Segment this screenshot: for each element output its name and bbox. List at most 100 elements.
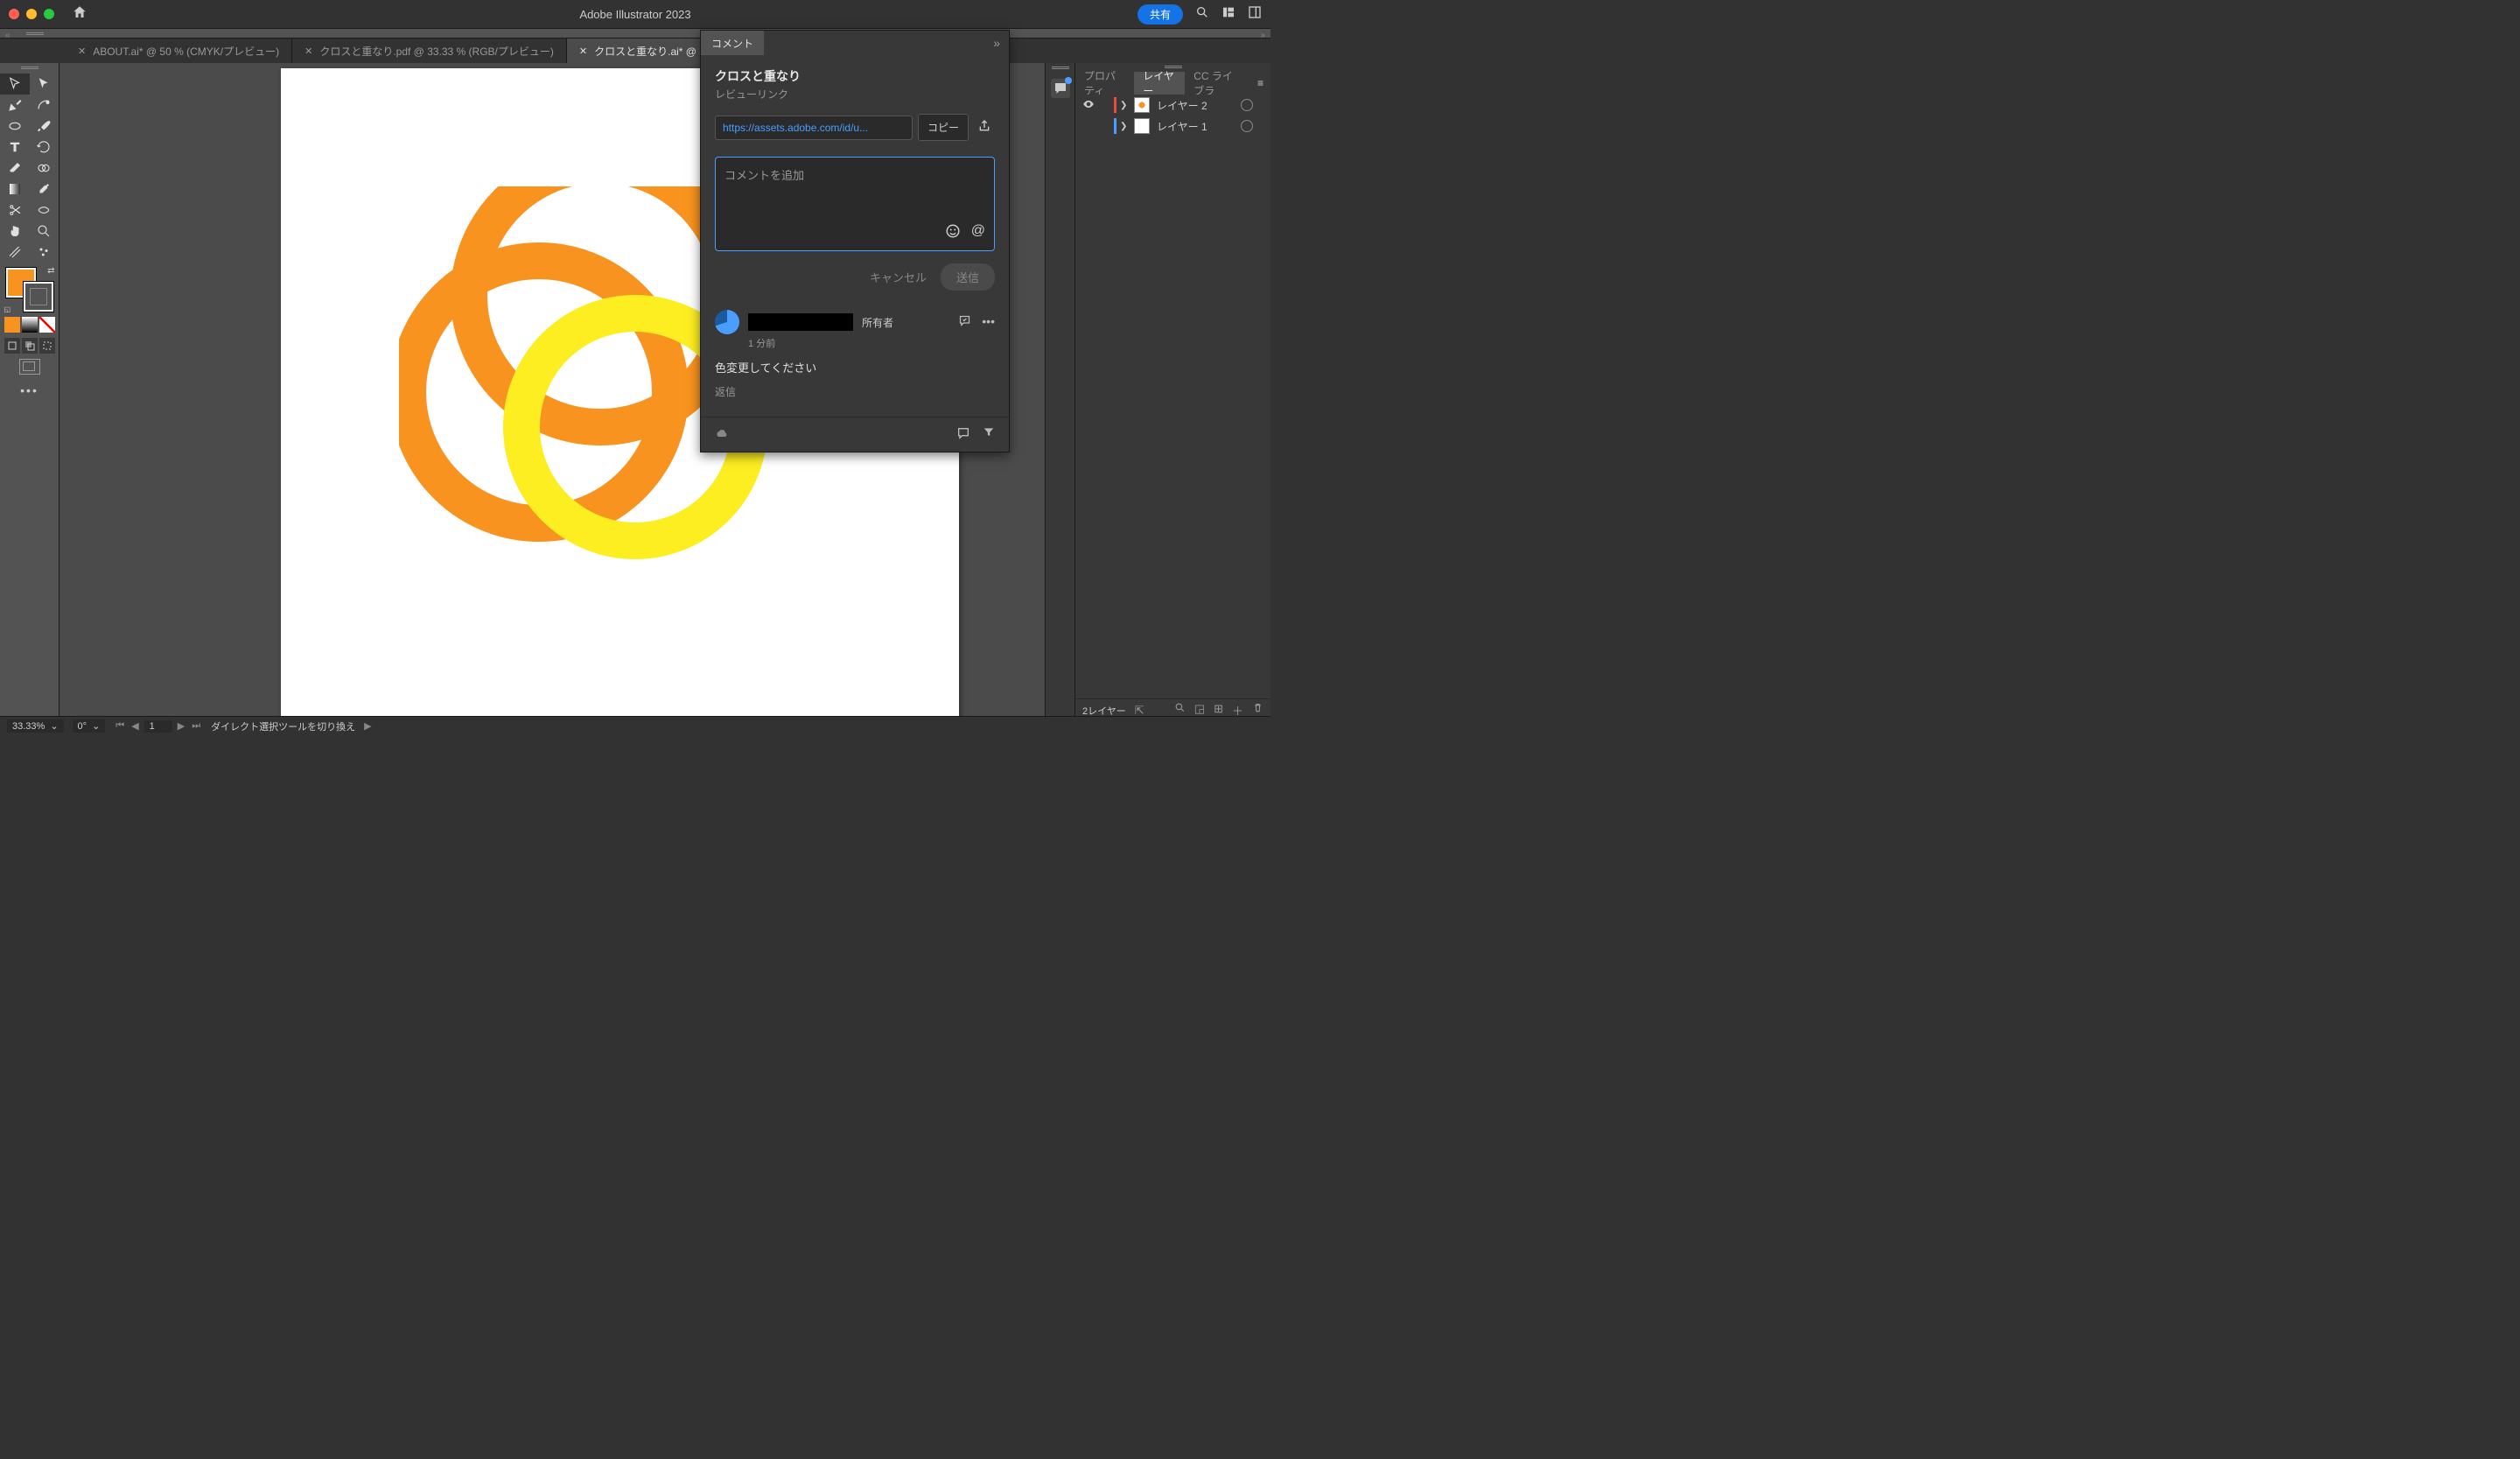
cloud-icon[interactable] xyxy=(715,426,729,443)
rotate-view[interactable]: 0° ⌄ xyxy=(73,719,106,733)
tab-properties[interactable]: プロパティ xyxy=(1075,72,1134,95)
stroke-swatch[interactable] xyxy=(24,282,53,312)
grip-icon[interactable] xyxy=(1052,67,1069,70)
comment-input[interactable]: コメントを追加 @ xyxy=(715,157,995,251)
collapse-right-icon[interactable]: » xyxy=(1260,31,1265,40)
panel-menu-icon[interactable]: ≡ xyxy=(1250,72,1270,95)
search-icon[interactable] xyxy=(1195,5,1209,23)
share-button[interactable]: 共有 xyxy=(1138,4,1183,25)
workspace-icon[interactable] xyxy=(1248,5,1262,23)
color-gradient[interactable] xyxy=(22,317,38,333)
home-icon[interactable] xyxy=(72,4,88,25)
visibility-icon[interactable] xyxy=(1081,98,1096,113)
gradient-tool[interactable] xyxy=(0,179,30,200)
pin-comment-icon[interactable] xyxy=(956,426,970,443)
layer-name[interactable]: レイヤー 2 xyxy=(1153,98,1237,113)
ellipse-tool[interactable] xyxy=(0,116,30,137)
review-link[interactable]: https://assets.adobe.com/id/u... xyxy=(715,116,913,140)
width-tool[interactable] xyxy=(30,200,60,221)
play-icon[interactable]: ▶ xyxy=(364,720,371,732)
shape-builder-tool[interactable] xyxy=(30,158,60,179)
filter-icon[interactable] xyxy=(983,426,995,443)
layer-thumbnail[interactable] xyxy=(1134,118,1150,134)
arrange-icon[interactable] xyxy=(1222,5,1236,23)
badge-icon xyxy=(1065,77,1072,84)
paintbrush-tool[interactable] xyxy=(30,116,60,137)
fill-stroke-swatch[interactable]: ⇄ ◱ xyxy=(6,268,53,312)
review-doc-title: クロスと重なり xyxy=(715,67,995,85)
draw-inside[interactable] xyxy=(39,338,55,354)
artboard-nav: ⏮ ◀ 1 ▶ ⏭ xyxy=(114,720,202,733)
symbol-sprayer-tool[interactable] xyxy=(30,242,60,263)
collapse-panel-icon[interactable]: » xyxy=(984,36,1009,50)
close-tab-icon[interactable]: ✕ xyxy=(579,46,587,57)
layer-row[interactable]: ❯ レイヤー 2 xyxy=(1075,95,1270,116)
avatar xyxy=(715,310,739,334)
prev-icon[interactable]: ◀ xyxy=(130,720,140,732)
layer-color-bar xyxy=(1114,97,1116,113)
eraser-tool[interactable] xyxy=(0,158,30,179)
close-window[interactable] xyxy=(9,9,19,19)
maximize-window[interactable] xyxy=(44,9,54,19)
cancel-button[interactable]: キャンセル xyxy=(870,269,927,285)
expand-icon[interactable]: ❯ xyxy=(1120,122,1130,131)
target-icon[interactable] xyxy=(1241,120,1253,132)
swap-fill-stroke-icon[interactable]: ⇄ xyxy=(47,266,54,276)
author-role: 所有者 xyxy=(862,315,893,330)
first-icon[interactable]: ⏮ xyxy=(114,720,126,732)
hand-tool[interactable] xyxy=(0,221,30,242)
document-tab[interactable]: ✕ クロスと重なり.pdf @ 33.33 % (RGB/プレビュー) xyxy=(292,39,567,63)
pen-tool[interactable] xyxy=(0,95,30,116)
color-solid[interactable] xyxy=(4,317,20,333)
color-none[interactable] xyxy=(39,317,55,333)
collapse-left-icon[interactable]: « xyxy=(5,31,10,40)
comments-panel: コメント » クロスと重なり レビューリンク https://assets.ad… xyxy=(700,30,1010,452)
last-icon[interactable]: ⏭ xyxy=(190,720,202,732)
default-fill-stroke-icon[interactable]: ◱ xyxy=(4,305,11,313)
selection-indicator[interactable] xyxy=(1256,120,1265,132)
close-tab-icon[interactable]: ✕ xyxy=(304,46,312,57)
mention-icon[interactable]: @ xyxy=(971,223,985,243)
copy-link-button[interactable]: コピー xyxy=(918,114,969,141)
share-link-icon[interactable] xyxy=(974,116,995,139)
curvature-tool[interactable] xyxy=(30,95,60,116)
grip-icon[interactable] xyxy=(26,32,44,36)
direct-selection-tool[interactable] xyxy=(30,74,60,95)
draw-behind[interactable] xyxy=(22,338,38,354)
layer-name[interactable]: レイヤー 1 xyxy=(1153,119,1237,134)
target-icon[interactable] xyxy=(1241,99,1253,111)
scissors-tool[interactable] xyxy=(0,200,30,221)
zoom-tool[interactable] xyxy=(30,221,60,242)
rotate-tool[interactable] xyxy=(30,137,60,158)
reply-button[interactable]: 返信 xyxy=(715,384,995,399)
selection-tool[interactable] xyxy=(0,74,30,95)
author-name-redacted xyxy=(748,313,853,331)
emoji-icon[interactable] xyxy=(945,223,961,243)
comments-dock-icon[interactable] xyxy=(1051,79,1070,98)
review-subtitle: レビューリンク xyxy=(715,87,995,102)
expand-icon[interactable]: ❯ xyxy=(1120,101,1130,110)
tab-label: クロスと重なり.pdf @ 33.33 % (RGB/プレビュー) xyxy=(319,44,554,59)
eyedropper-tool[interactable] xyxy=(30,179,60,200)
next-icon[interactable]: ▶ xyxy=(176,720,186,732)
type-tool[interactable] xyxy=(0,137,30,158)
grip-icon[interactable] xyxy=(21,67,38,70)
blend-tool[interactable] xyxy=(0,242,30,263)
artboard-number[interactable]: 1 xyxy=(144,720,172,733)
layer-thumbnail[interactable] xyxy=(1134,97,1150,113)
send-button[interactable]: 送信 xyxy=(941,263,995,291)
zoom-level[interactable]: 33.33% ⌄ xyxy=(7,719,64,733)
document-tab[interactable]: ✕ ABOUT.ai* @ 50 % (CMYK/プレビュー) xyxy=(66,39,292,63)
minimize-window[interactable] xyxy=(26,9,37,19)
screen-mode[interactable] xyxy=(19,359,40,375)
comments-tab[interactable]: コメント xyxy=(701,31,764,55)
resolve-icon[interactable] xyxy=(958,314,971,330)
more-icon[interactable]: ••• xyxy=(982,314,995,330)
tab-layers[interactable]: レイヤー xyxy=(1134,72,1185,95)
selection-indicator[interactable] xyxy=(1256,99,1265,111)
layer-row[interactable]: ❯ レイヤー 1 xyxy=(1075,116,1270,137)
tab-cc-libraries[interactable]: CC ライブラ xyxy=(1185,72,1250,95)
edit-toolbar-icon[interactable]: ••• xyxy=(20,383,38,397)
close-tab-icon[interactable]: ✕ xyxy=(78,46,86,57)
draw-normal[interactable] xyxy=(4,338,20,354)
